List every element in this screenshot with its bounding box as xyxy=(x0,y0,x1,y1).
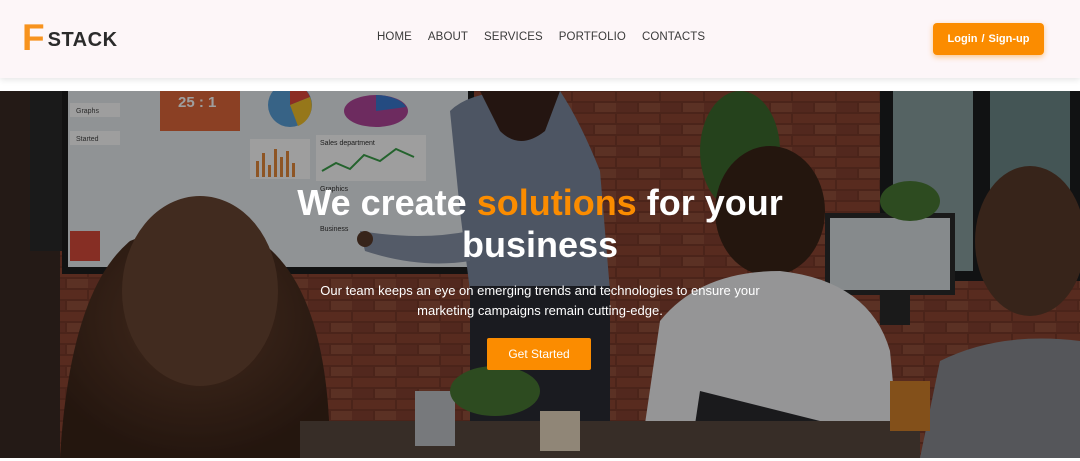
hero-subtitle-line1: Our team keeps an eye on emerging trends… xyxy=(320,283,760,298)
hero-title-accent: solutions xyxy=(476,182,637,223)
hero-title-part2: for your xyxy=(646,182,783,223)
logo-mark: F xyxy=(22,17,45,58)
nav-item-contacts[interactable]: CONTACTS xyxy=(642,31,705,43)
brand-logo[interactable]: F STACK xyxy=(22,17,118,58)
hero-section: 25 : 1 Graphs Started Sales department G… xyxy=(0,91,1080,458)
hero-title: We create solutions for your business xyxy=(0,182,1080,266)
logo-text: STACK xyxy=(47,29,118,51)
get-started-button[interactable]: Get Started xyxy=(487,338,591,370)
hero-title-part1: We create xyxy=(297,182,467,223)
login-label: Login xyxy=(947,33,978,45)
hero-title-line2: business xyxy=(461,224,619,265)
nav-item-about[interactable]: ABOUT xyxy=(428,31,468,43)
signup-label: Sign-up xyxy=(988,33,1030,45)
hero-subtitle-line2: marketing campaigns remain cutting-edge. xyxy=(417,303,663,318)
main-nav: HOME ABOUT SERVICES PORTFOLIO CONTACTS xyxy=(377,31,705,43)
nav-item-home[interactable]: HOME xyxy=(377,31,412,43)
hero-subtitle: Our team keeps an eye on emerging trends… xyxy=(0,281,1080,321)
nav-item-portfolio[interactable]: PORTFOLIO xyxy=(559,31,626,43)
login-signup-button[interactable]: Login / Sign-up xyxy=(933,23,1044,55)
login-separator: / xyxy=(981,33,985,45)
hero-dark-overlay xyxy=(0,91,1080,458)
site-header: F STACK HOME ABOUT SERVICES PORTFOLIO CO… xyxy=(0,0,1080,78)
nav-item-services[interactable]: SERVICES xyxy=(484,31,543,43)
